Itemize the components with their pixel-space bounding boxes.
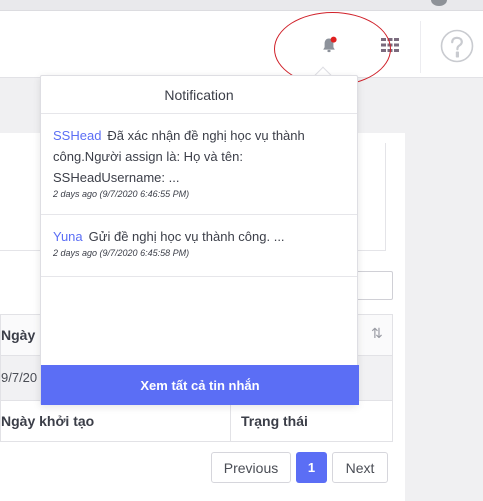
search-input[interactable]	[355, 271, 393, 300]
notification-sender[interactable]: Yuna	[53, 229, 83, 244]
notification-sender[interactable]: SSHead	[53, 128, 101, 143]
notification-time: 2 days ago (9/7/2020 6:46:55 PM)	[53, 189, 190, 199]
header-divider	[420, 21, 421, 73]
browser-top-strip	[0, 0, 483, 11]
notification-item[interactable]: SSHead Đã xác nhận đề nghị học vụ thành c…	[41, 114, 357, 215]
page-number-button[interactable]: 1	[296, 452, 327, 483]
notification-title: Notification	[41, 76, 357, 114]
notification-item[interactable]: Yuna Gửi đề nghị học vụ thành công. ... 2…	[41, 215, 357, 277]
notification-dropdown: Notification SSHead Đã xác nhận đề nghị h…	[40, 75, 359, 405]
table-footer-status: Trạng thái	[241, 413, 308, 429]
view-all-messages-button[interactable]: Xem tất cả tin nhắn	[41, 365, 359, 405]
next-page-button[interactable]: Next	[332, 452, 388, 483]
sort-icon[interactable]: ⇅	[371, 325, 383, 342]
table-footer: Ngày khởi tạo Trạng thái	[0, 400, 393, 442]
notification-body: Yuna Gửi đề nghị học vụ thành công. ...	[53, 226, 345, 247]
previous-page-button[interactable]: Previous	[211, 452, 291, 483]
column-divider	[230, 401, 231, 441]
notification-body: SSHead Đã xác nhận đề nghị học vụ thành c…	[53, 125, 345, 188]
profile-avatar[interactable]	[431, 0, 447, 6]
table-footer-date: Ngày khởi tạo	[1, 413, 95, 429]
help-icon	[440, 29, 474, 63]
notification-message: Gửi đề nghị học vụ thành công. ...	[88, 229, 285, 244]
notification-time: 2 days ago (9/7/2020 6:45:58 PM)	[53, 248, 190, 258]
help-button[interactable]	[438, 27, 476, 65]
table-cell-date: 9/7/20	[1, 370, 38, 385]
app-header	[0, 11, 483, 78]
